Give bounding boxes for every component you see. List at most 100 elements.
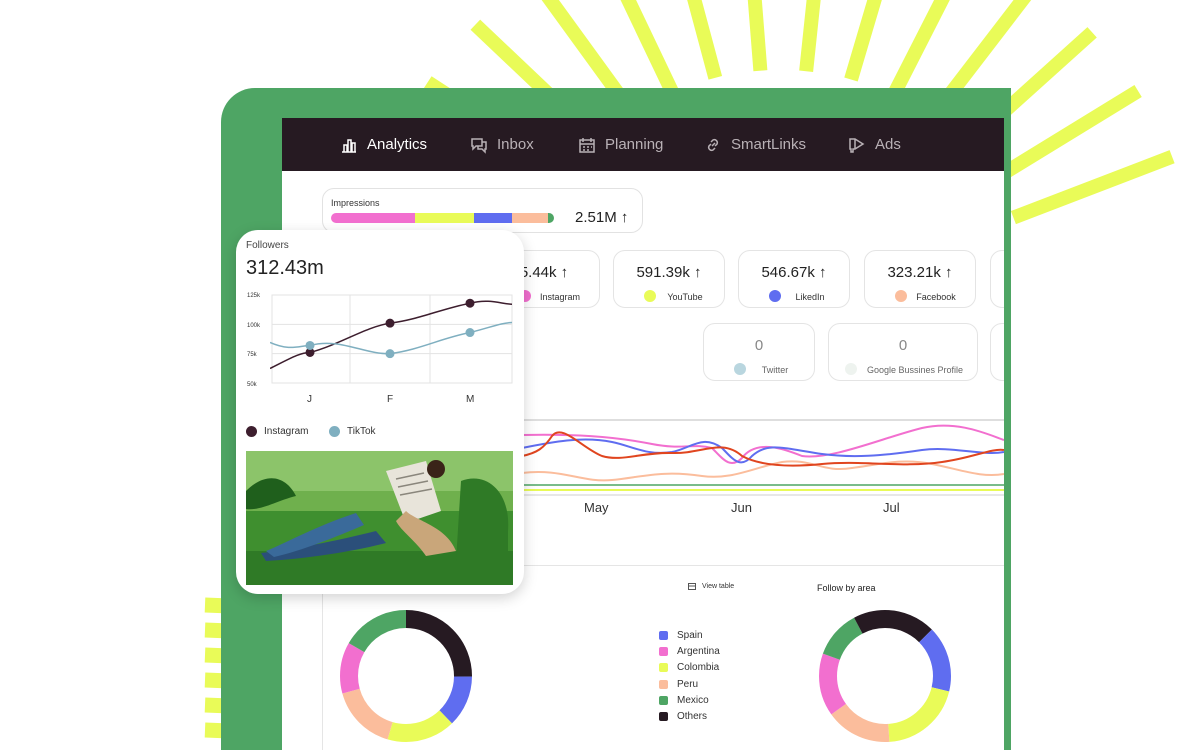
nav-tab-smartlinks-label: SmartLinks (731, 136, 807, 153)
decorative-ray (747, 0, 768, 72)
impressions-card[interactable]: Impressions 2.51M ↑ (322, 188, 643, 233)
legend-label: Colombia (677, 662, 720, 673)
stat-card-partial[interactable] (990, 250, 1004, 308)
legend-swatch (659, 631, 668, 640)
donut-chart-left (340, 610, 472, 742)
twitter-dot (734, 363, 746, 375)
legend-item-others: Others (659, 711, 707, 722)
impressions-segment (331, 213, 415, 223)
x-tick-label: M (466, 394, 475, 405)
legend-swatch (659, 647, 668, 656)
legend-label: Spain (677, 630, 703, 641)
y-tick-label: 50k (247, 382, 257, 388)
legend-swatch (659, 712, 668, 721)
stat-label: Instagram (539, 292, 581, 302)
y-tick-label: 125k (247, 293, 261, 299)
stat-value: 591.39k ↑ (636, 264, 702, 281)
legend-item-instagram: Instagram (246, 426, 308, 437)
legend-label: TikTok (347, 426, 376, 437)
photo-illustration (246, 451, 513, 585)
legend-dot (329, 426, 340, 437)
impressions-label: Impressions (331, 198, 380, 208)
y-tick-label: 75k (247, 352, 257, 358)
nav-tab-analytics[interactable]: Analytics (340, 118, 427, 171)
nav-tab-ads[interactable]: Ads (848, 118, 901, 171)
stat-card-partial[interactable] (990, 323, 1004, 381)
legend-swatch (659, 680, 668, 689)
series-line-instagram (270, 300, 513, 370)
view-table-link[interactable]: View table (688, 583, 734, 590)
legend-item-mexico: Mexico (659, 695, 709, 706)
data-point-tiktok[interactable] (465, 328, 475, 338)
link-icon (707, 138, 719, 151)
linkedin-dot (769, 290, 781, 302)
stat-card-linkedin[interactable]: 546.67k ↑ LikedIn (738, 250, 850, 308)
legend-label: Mexico (677, 695, 709, 706)
legend-label: Instagram (264, 426, 309, 437)
stat-card-facebook[interactable]: 323.21k ↑ Facebook (864, 250, 976, 308)
stat-card-twitter[interactable]: 0 Twitter (703, 323, 815, 381)
impressions-segment (415, 213, 474, 223)
stat-label: YouTube (667, 292, 703, 302)
donut-chart-follow-by-area (819, 610, 951, 742)
legend-item-argentina: Argentina (659, 646, 720, 657)
google-business-dot (845, 363, 857, 375)
nav-tab-smartlinks[interactable]: SmartLinks (704, 118, 806, 171)
stat-value: 0 (898, 337, 908, 354)
stat-value: 323.21k ↑ (887, 264, 953, 281)
youtube-dot (644, 290, 656, 302)
stat-label: Facebook (916, 292, 956, 302)
followers-title: Followers (246, 240, 289, 251)
stat-card-youtube[interactable]: 591.39k ↑ YouTube (613, 250, 725, 308)
nav-tab-analytics-label: Analytics (367, 136, 428, 153)
legend-dot (246, 426, 257, 437)
legend-item-colombia: Colombia (659, 662, 719, 673)
bar-chart-icon (342, 138, 356, 153)
data-point-instagram[interactable] (385, 318, 395, 328)
data-point-instagram[interactable] (465, 298, 475, 308)
lifestyle-photo (246, 451, 513, 585)
stat-label: Google Bussines Profile (866, 365, 964, 375)
decorative-ray (844, 0, 882, 82)
legend-item-peru: Peru (659, 679, 698, 690)
legend-swatch (659, 663, 668, 672)
series-line-argentina (521, 424, 1004, 464)
decorative-ray (687, 0, 723, 80)
table-icon (688, 583, 696, 590)
calendar-icon (579, 137, 595, 153)
stat-label: LikedIn (795, 292, 825, 302)
x-tick-label: J (307, 394, 312, 405)
view-table-label: View table (702, 583, 735, 590)
decorative-ray (1010, 150, 1175, 225)
follow-by-area-title: Follow by area (817, 583, 876, 593)
top-navigation: Analytics Inbox Planning SmartLinks Ads (282, 118, 1004, 171)
month-label: Jul (883, 500, 900, 515)
month-label: Jun (731, 500, 752, 515)
y-tick-label: 100k (247, 323, 261, 329)
followers-line-chart (270, 294, 513, 384)
legend-item-tiktok: TikTok (329, 426, 376, 437)
nav-tab-planning[interactable]: Planning (578, 118, 663, 171)
data-point-tiktok[interactable] (305, 340, 315, 350)
stat-label: Twitter (761, 365, 789, 375)
data-point-tiktok[interactable] (385, 349, 395, 359)
legend-swatch (659, 696, 668, 705)
month-label: May (584, 500, 609, 515)
followers-value: 312.43m (246, 257, 324, 279)
stat-card-google-business[interactable]: 0 Google Bussines Profile (828, 323, 978, 381)
legend-label: Argentina (677, 646, 720, 657)
legend-label: Others (677, 711, 708, 722)
series-line-peru (521, 460, 1004, 482)
stat-value: 0 (754, 337, 764, 354)
megaphone-icon (849, 137, 865, 153)
legend-label: Peru (677, 679, 699, 690)
impressions-segment (548, 213, 554, 223)
decorative-ray (799, 0, 821, 72)
impressions-bar (331, 213, 554, 223)
legend-item-spain: Spain (659, 630, 703, 641)
impressions-segment (474, 213, 512, 223)
facebook-dot (895, 290, 907, 302)
nav-tab-inbox[interactable]: Inbox (470, 118, 534, 171)
nav-tab-planning-label: Planning (605, 136, 664, 153)
x-tick-label: F (387, 394, 394, 405)
